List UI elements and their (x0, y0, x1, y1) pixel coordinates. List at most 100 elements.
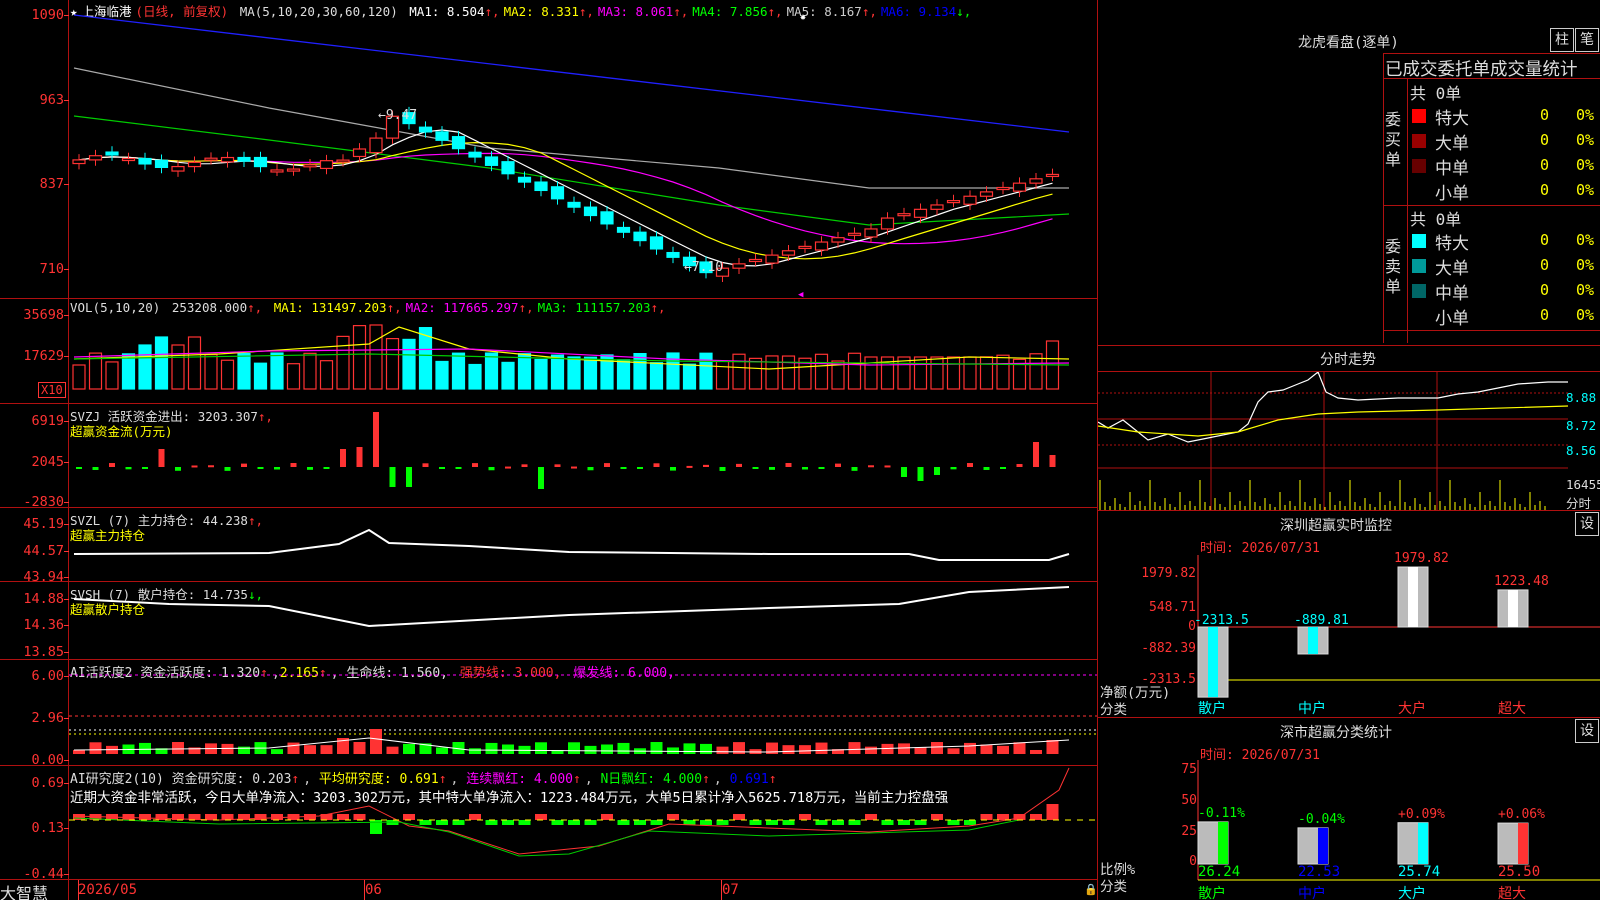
intraday-title: 分时走势 (1320, 352, 1376, 368)
monitor-time: 时间: 2026/07/31 (1200, 541, 1320, 556)
flow-bar (851, 467, 858, 471)
candle (171, 165, 185, 172)
volume-bar (204, 354, 218, 390)
flow-bar (835, 463, 841, 467)
research-chart[interactable] (69, 766, 1097, 879)
volume-bar (253, 362, 268, 390)
dragon-title: 龙虎看盘(逐单) (1298, 35, 1399, 51)
candle (204, 157, 218, 161)
volume-bar (996, 354, 1010, 390)
research-bar (485, 820, 498, 825)
candle (484, 156, 499, 166)
research-bar (535, 814, 547, 820)
legend-swatch (1412, 109, 1426, 123)
flow-bar (802, 467, 808, 470)
intraday-chart[interactable] (1098, 372, 1568, 510)
volume-bar (649, 362, 664, 390)
activity-bar (320, 745, 333, 754)
candle (138, 157, 152, 165)
flow-bar (505, 466, 511, 469)
flow-bar (769, 467, 775, 470)
intraday-y-tick: 8.88 (1566, 390, 1597, 405)
main-position-chart[interactable] (69, 508, 1097, 581)
candle (897, 213, 911, 217)
research-bar (716, 820, 729, 825)
tick-mode-button[interactable]: 笔 (1575, 28, 1599, 52)
candle (220, 156, 235, 163)
research-bar (551, 820, 564, 825)
flow-bar (884, 465, 891, 468)
row-value: 0 (1540, 256, 1550, 274)
candle (732, 263, 746, 269)
y-tick-label: 6.00 (31, 668, 64, 684)
activity-bar (1013, 742, 1026, 754)
research-bar (799, 814, 811, 820)
activity-bar (271, 749, 283, 754)
flow-bar (175, 467, 181, 471)
x-tick (78, 880, 79, 900)
volume-bar (517, 353, 532, 390)
research-bar (139, 814, 151, 820)
research-bar (1030, 814, 1042, 820)
volume-bar (814, 353, 829, 390)
activity-bar (815, 742, 828, 754)
divider (1098, 345, 1600, 346)
intraday-avg-line (1098, 405, 1568, 437)
classify-change-label: +0.09% (1398, 806, 1445, 822)
candle (748, 258, 763, 263)
candlestick-chart[interactable] (69, 0, 1097, 298)
classify-category-label: 散户 (1198, 886, 1226, 900)
intraday-y-tick: 8.72 (1566, 418, 1597, 433)
marker-star-icon: ✸ (800, 12, 807, 23)
flow-bar (521, 464, 528, 467)
candle (930, 204, 944, 210)
research-bar (205, 814, 217, 820)
research-bar (733, 814, 745, 820)
retail-position-chart[interactable] (69, 582, 1097, 659)
flow-bar (637, 467, 643, 469)
candle (303, 164, 317, 168)
candle (435, 131, 449, 141)
monitor-bar-label: 1979.82 (1394, 551, 1449, 566)
bar-mode-button[interactable]: 柱 (1550, 28, 1574, 52)
classify-value-label: 26.24 (1198, 864, 1241, 880)
volume-bar (105, 361, 119, 390)
flow-bar (76, 467, 82, 469)
candle (963, 195, 977, 205)
flow-bar (1049, 455, 1056, 467)
activity-bar (172, 742, 184, 754)
legend-swatch (1412, 159, 1426, 173)
candle (105, 151, 119, 156)
y-tick-label: -2830 (23, 494, 64, 510)
lock-icon[interactable]: 🔒 (1084, 883, 1098, 896)
research-bar (997, 814, 1009, 820)
monitor-settings-button[interactable]: 设 (1575, 512, 1599, 536)
intraday-y-tick: 8.56 (1566, 443, 1597, 458)
flow-bar (439, 467, 445, 469)
volume-bar (897, 356, 911, 390)
candle (880, 217, 895, 230)
activity-bar (89, 742, 102, 754)
activity-chart[interactable] (69, 660, 1097, 765)
fund-flow-chart[interactable] (69, 404, 1097, 507)
research-bar (848, 820, 861, 825)
activity-bar (386, 746, 399, 754)
candle (72, 159, 86, 165)
y-tick-label: 17629 (23, 348, 64, 364)
research-bar (419, 820, 432, 825)
classify-settings-button[interactable]: 设 (1575, 719, 1599, 743)
row-percent: 0% (1576, 231, 1595, 249)
flow-bar (208, 465, 214, 468)
activity-bar (650, 742, 663, 754)
volume-chart[interactable] (69, 299, 1097, 403)
y-tick-label: 710 (39, 261, 64, 277)
research-bar (914, 820, 927, 825)
volume-bar (682, 363, 697, 390)
flow-bar (587, 467, 594, 471)
volume-bar (154, 336, 169, 390)
research-bar (254, 814, 267, 820)
legend-swatch (1412, 234, 1426, 248)
research-bar (931, 814, 943, 820)
y-tick-label: 1090 (31, 7, 64, 23)
activity-bar (964, 742, 976, 754)
